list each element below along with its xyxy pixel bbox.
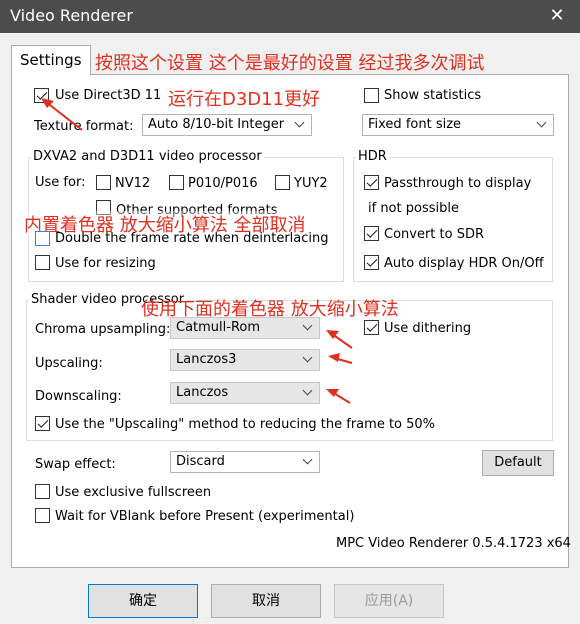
arrow-d3d11 [41,98,83,131]
arrow-upscaling [328,353,353,364]
annotation-arrows [41,98,353,404]
tab-settings[interactable]: Settings [11,45,91,75]
cancel-button[interactable]: 取消 [211,584,321,618]
ok-button[interactable]: 确定 [88,584,198,618]
apply-button[interactable]: 应用(A) [334,584,444,618]
arrow-downscaling [326,389,351,404]
arrow-chroma [326,330,353,349]
